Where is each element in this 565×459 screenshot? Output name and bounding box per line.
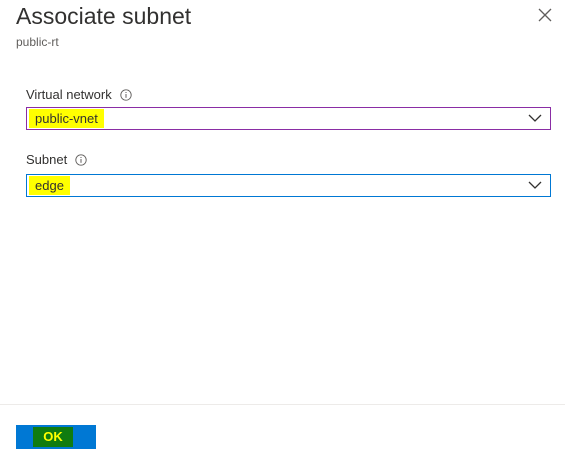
virtual-network-label-row: Virtual network — [26, 87, 132, 103]
info-icon[interactable] — [75, 154, 87, 166]
virtual-network-value: public-vnet — [29, 109, 104, 128]
footer-divider — [0, 404, 565, 405]
close-icon[interactable] — [536, 6, 554, 24]
associate-subnet-panel: Associate subnet public-rt Virtual netwo… — [0, 0, 565, 459]
chevron-down-icon — [528, 180, 542, 190]
subnet-value: edge — [29, 176, 70, 195]
info-icon[interactable] — [120, 89, 132, 101]
subnet-label: Subnet — [26, 152, 68, 167]
subnet-label-row: Subnet — [26, 152, 87, 168]
ok-button[interactable]: OK — [16, 425, 96, 449]
page-subtitle: public-rt — [16, 35, 59, 49]
virtual-network-dropdown[interactable]: public-vnet — [26, 107, 551, 130]
virtual-network-label: Virtual network — [26, 87, 112, 102]
page-title: Associate subnet — [16, 3, 192, 29]
chevron-down-icon — [528, 113, 542, 123]
ok-button-label: OK — [33, 427, 73, 447]
subnet-dropdown[interactable]: edge — [26, 174, 551, 197]
